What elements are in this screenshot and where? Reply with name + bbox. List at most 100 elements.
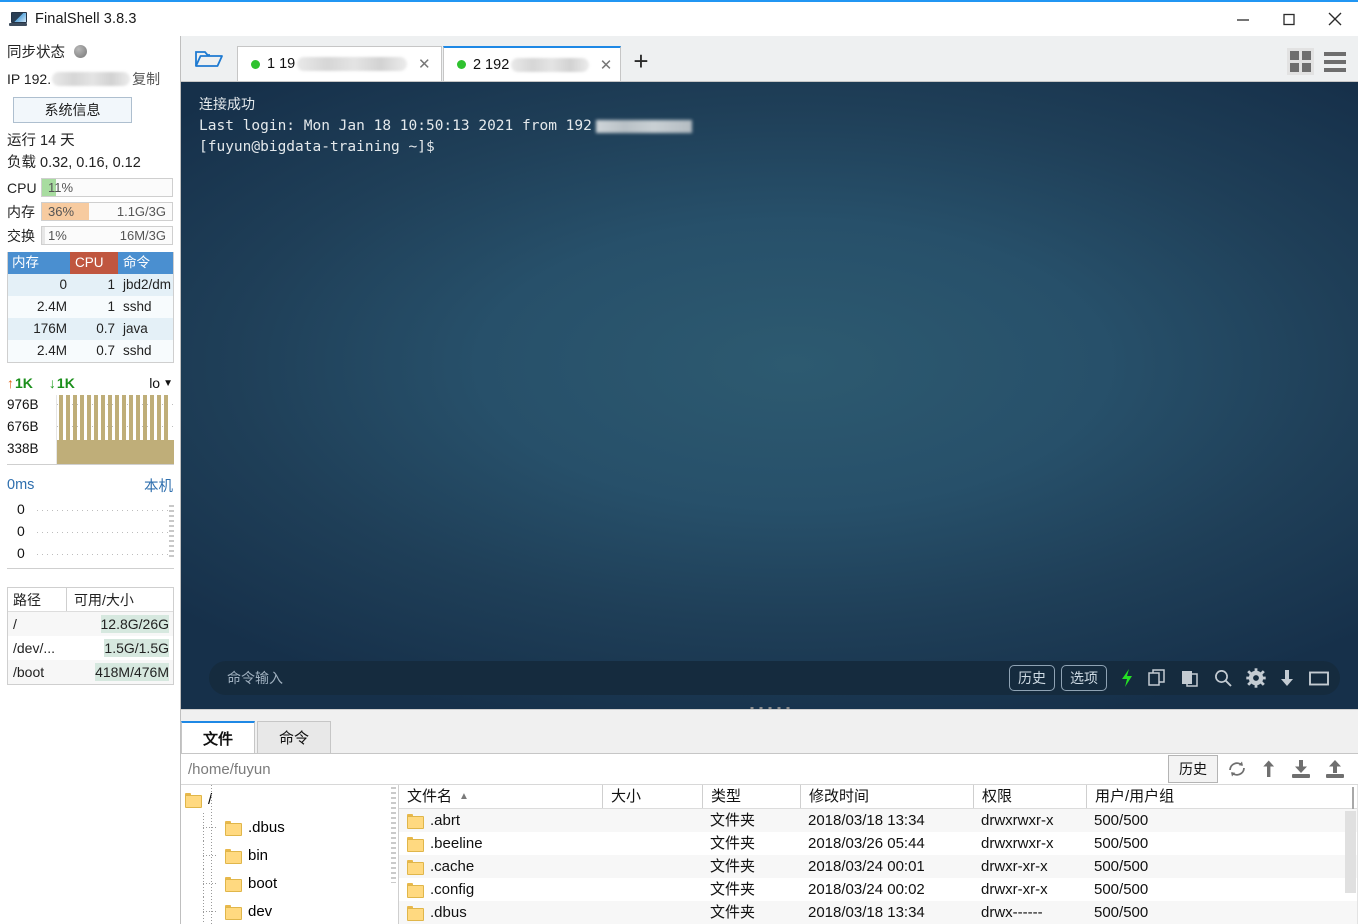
- swap-meter-abs: 16M/3G: [119, 228, 166, 243]
- file-type-cell: 文件夹: [710, 904, 756, 921]
- close-icon[interactable]: [1312, 2, 1358, 36]
- process-col-cpu[interactable]: CPU: [70, 252, 118, 274]
- open-folder-icon[interactable]: [181, 37, 237, 81]
- column-owner[interactable]: 用户/用户组: [1086, 785, 1206, 808]
- download-icon[interactable]: [1290, 759, 1312, 779]
- table-row[interactable]: 176M 0.7 java: [8, 318, 173, 340]
- column-filename[interactable]: 文件名 ▲: [399, 785, 602, 808]
- column-size[interactable]: 大小: [602, 785, 702, 808]
- file-type-cell: 文件夹: [710, 858, 756, 875]
- ping-chart-scrollbar[interactable]: [169, 505, 174, 559]
- file-history-button[interactable]: 历史: [1168, 755, 1218, 783]
- tree-item-label: bin: [248, 846, 269, 864]
- terminal-tab-1[interactable]: 1 19 ✕: [237, 46, 442, 81]
- process-table[interactable]: 内存 CPU 命令 0 1 jbd2/dm 2.4M 1 sshd 176M 0…: [7, 252, 174, 363]
- folder-icon: [407, 906, 424, 921]
- table-row[interactable]: / 12.8G/26G: [8, 612, 173, 636]
- cpu-meter-percent: 11%: [48, 180, 74, 195]
- grid-view-icon[interactable]: [1287, 48, 1314, 75]
- gear-icon[interactable]: [1246, 668, 1266, 688]
- table-row[interactable]: 2.4M 1 sshd: [8, 296, 173, 318]
- table-row[interactable]: 0 1 jbd2/dm: [8, 274, 173, 296]
- file-path-input[interactable]: [181, 760, 1168, 778]
- tree-scrollbar[interactable]: [391, 787, 396, 883]
- file-name-cell: .dbus: [399, 901, 602, 924]
- window-icon[interactable]: [1308, 668, 1330, 688]
- cpu-meter-label: CPU: [7, 179, 37, 196]
- swap-meter-row: 交换 1% 16M/3G: [7, 225, 173, 246]
- tree-item-boot[interactable]: boot: [181, 869, 398, 897]
- swap-meter-fill: [42, 227, 45, 244]
- network-download-value: 1K: [56, 375, 75, 391]
- file-perm-cell: drwx------: [981, 904, 1043, 921]
- file-name-cell: .cache: [399, 855, 602, 878]
- parent-dir-icon[interactable]: [1260, 759, 1278, 779]
- table-row[interactable]: .beeline 文件夹 2018/03/26 05:44 drwxrwxr-x…: [399, 832, 1358, 855]
- terminal-history-button[interactable]: 历史: [1009, 665, 1055, 691]
- folder-icon: [407, 814, 424, 829]
- table-row[interactable]: 2.4M 0.7 sshd: [8, 340, 173, 362]
- load-average-label: 负载 0.32, 0.16, 0.12: [7, 155, 141, 171]
- process-cpu: 1: [107, 277, 115, 292]
- command-input[interactable]: [227, 670, 1003, 686]
- network-interface-select[interactable]: lo ▼: [149, 375, 173, 391]
- upload-icon[interactable]: [1324, 759, 1346, 779]
- table-row[interactable]: .abrt 文件夹 2018/03/18 13:34 drwxrwxr-x 50…: [399, 809, 1358, 832]
- refresh-icon[interactable]: [1226, 759, 1248, 779]
- close-icon[interactable]: ✕: [416, 55, 432, 73]
- monitor-icon: [9, 12, 27, 26]
- ip-row: IP 192. 复制: [7, 66, 173, 92]
- paste-icon[interactable]: [1180, 668, 1200, 688]
- file-owner-cell: 500/500: [1094, 858, 1149, 875]
- tree-item-dev[interactable]: dev: [181, 897, 398, 924]
- file-mtime-cell: 2018/03/18 13:34: [808, 812, 925, 829]
- folder-icon: [407, 860, 424, 875]
- folder-icon: [407, 837, 424, 852]
- download-icon[interactable]: [1279, 668, 1295, 688]
- file-list-scrollbar[interactable]: [1345, 811, 1356, 893]
- tree-item-bin[interactable]: bin: [181, 841, 398, 869]
- directory-tree[interactable]: / .dbus bin boot dev: [181, 785, 399, 924]
- file-name-cell: .config: [399, 878, 602, 901]
- network-header: ↑ 1K ↓ 1K lo ▼: [7, 371, 173, 395]
- process-cpu: 0.7: [96, 343, 115, 358]
- terminal-panel[interactable]: 连接成功 Last login: Mon Jan 18 10:50:13 202…: [181, 82, 1358, 709]
- close-icon[interactable]: ✕: [598, 56, 614, 74]
- tab-commands[interactable]: 命令: [257, 721, 332, 753]
- tree-item-dbus[interactable]: .dbus: [181, 813, 398, 841]
- terminal-options-button[interactable]: 选项: [1061, 665, 1107, 691]
- search-icon[interactable]: [1213, 668, 1233, 688]
- table-row[interactable]: /dev/... 1.5G/1.5G: [8, 636, 173, 660]
- column-permissions[interactable]: 权限: [973, 785, 1086, 808]
- minimize-icon[interactable]: [1220, 2, 1266, 36]
- table-row[interactable]: /boot 418M/476M: [8, 660, 173, 684]
- process-cpu: 1: [107, 299, 115, 314]
- file-type-cell: 文件夹: [710, 881, 756, 898]
- copy-ip-button[interactable]: 复制: [132, 69, 160, 89]
- disk-usage: 12.8G/26G: [100, 615, 169, 633]
- process-col-command[interactable]: 命令: [118, 252, 173, 274]
- table-row[interactable]: .dbus 文件夹 2018/03/18 13:34 drwx------ 50…: [399, 901, 1358, 924]
- column-mtime[interactable]: 修改时间: [800, 785, 973, 808]
- file-owner-cell: 500/500: [1094, 812, 1149, 829]
- net-y-label-mid: 676B: [7, 419, 39, 434]
- tree-item-root[interactable]: /: [181, 785, 398, 813]
- system-info-button[interactable]: 系统信息: [13, 97, 132, 123]
- table-row[interactable]: .cache 文件夹 2018/03/24 00:01 drwxr-xr-x 5…: [399, 855, 1358, 878]
- maximize-icon[interactable]: [1266, 2, 1312, 36]
- ping-y-label-bot: 0: [17, 545, 25, 561]
- file-name-cell: .abrt: [399, 809, 602, 832]
- terminal-line-3: [fuyun@bigdata-training ~]$: [199, 139, 435, 155]
- copy-icon[interactable]: [1147, 668, 1167, 688]
- folder-icon: [407, 883, 424, 898]
- file-list[interactable]: 文件名 ▲ 大小 类型 修改时间 权限 用户/用户组 .abrt 文件夹 201…: [399, 785, 1358, 924]
- terminal-line-2: Last login: Mon Jan 18 10:50:13 2021 fro…: [199, 118, 592, 134]
- process-col-memory[interactable]: 内存: [8, 252, 70, 274]
- lightning-icon[interactable]: [1120, 668, 1134, 688]
- table-row[interactable]: .config 文件夹 2018/03/24 00:02 drwxr-xr-x …: [399, 878, 1358, 901]
- terminal-tab-2[interactable]: 2 192 ✕: [443, 46, 621, 81]
- tab-files[interactable]: 文件: [181, 721, 256, 753]
- new-tab-button[interactable]: +: [622, 41, 660, 81]
- column-type[interactable]: 类型: [702, 785, 800, 808]
- hamburger-menu-icon[interactable]: [1324, 51, 1346, 72]
